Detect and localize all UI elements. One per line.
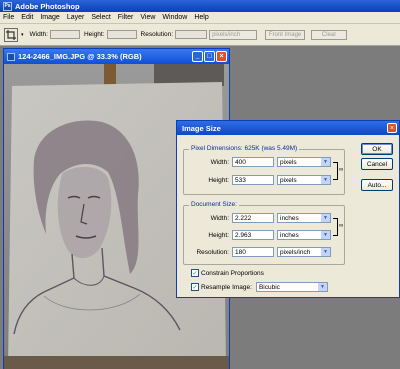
dialog-title-bar: Image Size (177, 121, 399, 135)
clear-button[interactable]: Clear (311, 29, 348, 40)
resample-method-select[interactable]: Bicubic ▼ (255, 282, 328, 292)
pixel-width-label: Width: (210, 158, 229, 166)
menu-help[interactable]: Help (194, 14, 208, 21)
photoshop-logo-icon: Ps (3, 1, 12, 11)
options-width-label: Width: (29, 31, 48, 38)
doc-width-input[interactable]: 2.222 (232, 213, 274, 223)
menu-file[interactable]: File (3, 14, 14, 21)
menu-select[interactable]: Select (91, 14, 110, 21)
options-height-label: Height: (83, 31, 105, 38)
maximize-icon[interactable]: □ (204, 51, 215, 62)
options-resolution-field[interactable] (175, 30, 208, 39)
resample-image-label: Resample Image: (201, 283, 252, 291)
dialog-title: Image Size (182, 123, 221, 133)
pixel-height-input[interactable]: 533 (232, 175, 274, 185)
resample-image-checkbox[interactable]: ✓ (191, 283, 199, 291)
app-title: Adobe Photoshop (15, 1, 80, 11)
document-icon (7, 52, 15, 61)
ok-button[interactable]: OK (361, 143, 393, 155)
constrain-proportions-label: Constrain Proportions (201, 269, 264, 277)
tool-preset-dropdown-icon[interactable]: ▾ (21, 32, 24, 38)
app-title-bar: Ps Adobe Photoshop (0, 0, 400, 12)
pixel-dimensions-group: Pixel Dimensions: 625K (was 5.49M) (183, 145, 345, 195)
pixel-width-input[interactable]: 400 (232, 157, 274, 167)
resolution-label: Resolution: (196, 248, 229, 256)
crop-tool-icon[interactable] (4, 27, 18, 42)
doc-width-unit-select[interactable]: inches ▼ (277, 213, 331, 223)
options-bar: ▾ Width: Height: Resolution: pixels/inch… (0, 24, 400, 46)
menu-window[interactable]: Window (162, 14, 187, 21)
chevron-down-icon: ▼ (321, 158, 330, 166)
options-height-field[interactable] (106, 30, 137, 39)
image-size-dialog: Image Size × Pixel Dimensions: 625K (was… (176, 120, 400, 298)
dialog-close-icon[interactable]: × (387, 123, 397, 133)
pixel-height-label: Height: (208, 176, 229, 184)
menu-image[interactable]: Image (40, 14, 59, 21)
pixel-width-unit-select[interactable]: pixels ▼ (277, 157, 331, 167)
document-title-bar: 124-2466_IMG.JPG @ 33.3% (RGB) _ □ × (4, 49, 229, 64)
front-image-button[interactable]: Front Image (265, 29, 306, 40)
menu-layer[interactable]: Layer (67, 14, 85, 21)
chevron-down-icon: ▼ (317, 283, 327, 291)
resolution-unit-select[interactable]: pixels/inch ▼ (277, 247, 331, 257)
minimize-icon[interactable]: _ (192, 51, 203, 62)
options-resolution-unit-select[interactable]: pixels/inch (209, 29, 258, 40)
pixel-height-unit-select[interactable]: pixels ▼ (277, 175, 331, 185)
doc-height-input[interactable]: 2.963 (232, 230, 274, 240)
menu-view[interactable]: View (140, 14, 155, 21)
document-title: 124-2466_IMG.JPG @ 33.3% (RGB) (18, 52, 142, 61)
chevron-down-icon: ▼ (321, 248, 330, 256)
pixel-chain-link-icon: ∞ (339, 167, 344, 173)
cancel-button[interactable]: Cancel (361, 158, 393, 170)
chevron-down-icon: ▼ (321, 214, 330, 222)
resolution-input[interactable]: 180 (232, 247, 274, 257)
doc-height-unit-select[interactable]: inches ▼ (277, 230, 331, 240)
chevron-down-icon: ▼ (321, 231, 330, 239)
pixel-dimensions-title: Pixel Dimensions: 625K (was 5.49M) (189, 145, 300, 152)
options-width-field[interactable] (49, 30, 80, 39)
doc-width-label: Width: (210, 214, 229, 222)
menu-edit[interactable]: Edit (21, 14, 33, 21)
chevron-down-icon: ▼ (321, 176, 330, 184)
menu-bar: File Edit Image Layer Select Filter View… (0, 12, 400, 24)
doc-link-bracket (333, 218, 338, 236)
constrain-proportions-checkbox[interactable]: ✓ (191, 269, 199, 277)
doc-height-label: Height: (208, 231, 229, 239)
document-close-icon[interactable]: × (216, 51, 227, 62)
pixel-link-bracket (333, 162, 338, 180)
doc-chain-link-icon: ∞ (339, 223, 344, 229)
menu-filter[interactable]: Filter (118, 14, 134, 21)
auto-button[interactable]: Auto... (361, 179, 393, 191)
options-resolution-label: Resolution: (140, 31, 174, 38)
document-size-title: Document Size: (189, 201, 239, 208)
